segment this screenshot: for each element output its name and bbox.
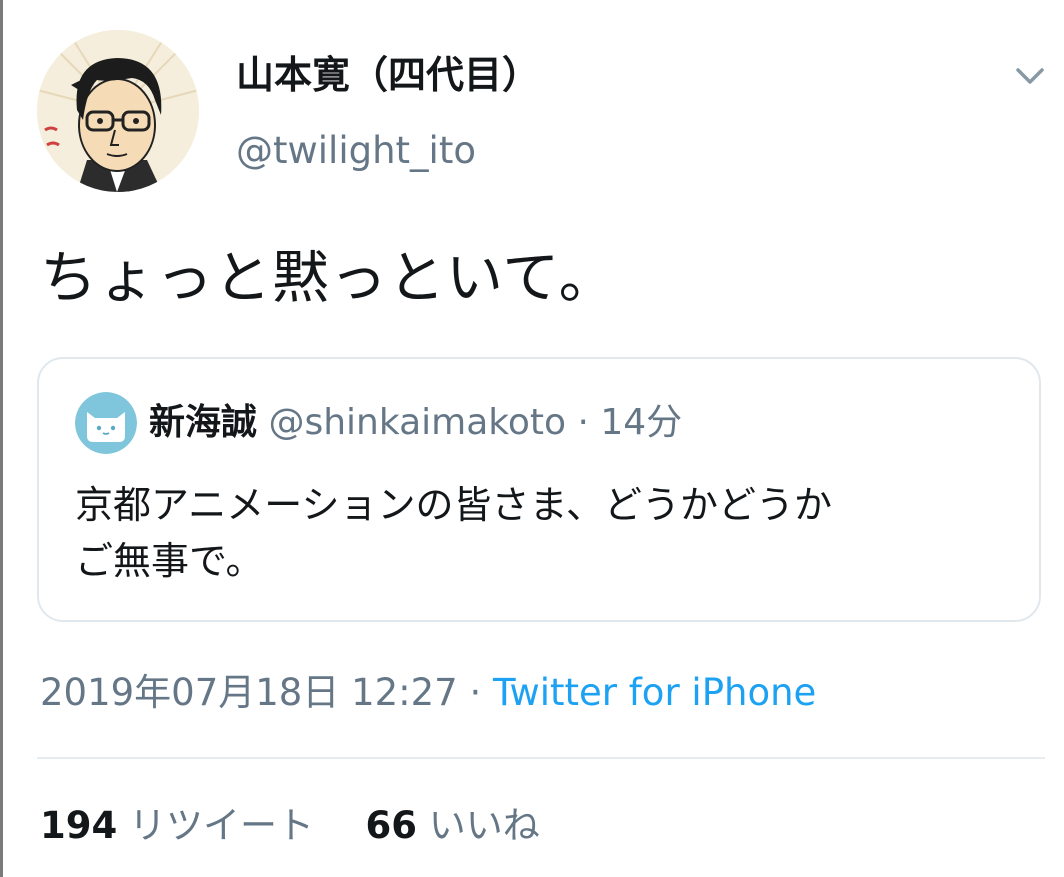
tweet-text: ちょっと黙っといて。 bbox=[40, 245, 617, 311]
quote-separator: · bbox=[577, 402, 589, 443]
tweet-timestamp[interactable]: 2019年07月18日 12:27 bbox=[40, 671, 458, 714]
author-avatar[interactable] bbox=[37, 30, 199, 192]
retweets-count: 194 bbox=[40, 804, 118, 847]
quoted-tweet-card[interactable]: 新海誠 @shinkaimakoto · 14分 京都アニメーションの皆さま、ど… bbox=[37, 357, 1041, 622]
tweet-meta: 2019年07月18日 12:27 · Twitter for iPhone bbox=[40, 668, 816, 718]
likes-label: いいね bbox=[428, 804, 540, 847]
quote-header: 新海誠 @shinkaimakoto · 14分 bbox=[149, 399, 682, 447]
divider bbox=[37, 757, 1045, 759]
author-display-name[interactable]: 山本寛（四代目） bbox=[236, 51, 540, 99]
tweet-source-link[interactable]: Twitter for iPhone bbox=[493, 671, 816, 714]
quote-time: 14分 bbox=[600, 402, 683, 443]
chevron-down-icon[interactable] bbox=[1010, 56, 1050, 96]
retweets-label: リツイート bbox=[129, 804, 314, 847]
quote-author-handle[interactable]: @shinkaimakoto bbox=[268, 402, 566, 443]
quote-author-avatar[interactable] bbox=[75, 392, 137, 454]
quote-text-line: 京都アニメーションの皆さま、どうかどうか bbox=[75, 483, 832, 527]
meta-separator: · bbox=[469, 671, 482, 714]
quote-text-line: ご無事で。 bbox=[75, 539, 264, 583]
window-edge bbox=[0, 0, 3, 877]
quote-author-name[interactable]: 新海誠 bbox=[149, 402, 257, 443]
retweets-stat[interactable]: 194 リツイート bbox=[40, 804, 326, 847]
likes-count: 66 bbox=[365, 804, 418, 847]
tweet-stats: 194 リツイート 66 いいね bbox=[40, 800, 540, 852]
quote-text: 京都アニメーションの皆さま、どうかどうか ご無事で。 bbox=[75, 477, 1005, 589]
likes-stat[interactable]: 66 いいね bbox=[366, 804, 540, 847]
author-handle[interactable]: @twilight_ito bbox=[236, 128, 476, 174]
